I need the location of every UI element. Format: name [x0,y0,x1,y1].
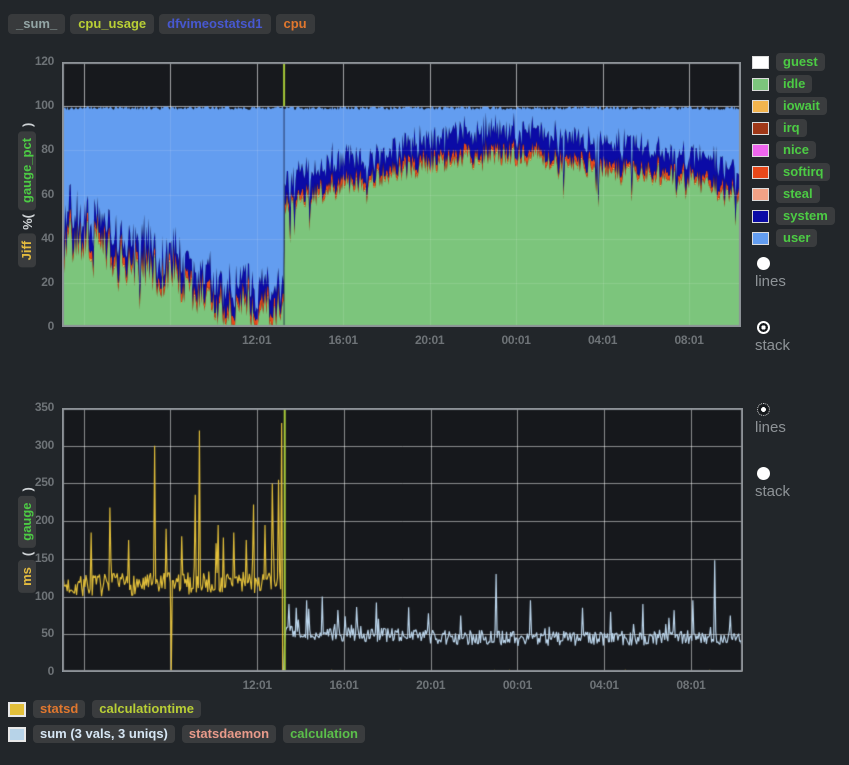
nice-swatch [752,144,769,157]
timing-series-swatch [8,727,26,742]
timing-series-swatch [8,702,26,717]
metric-tag[interactable]: _sum_ [8,14,65,34]
timing-stack-radio[interactable] [757,467,770,480]
legend-label: steal [776,185,820,203]
cpu-lines-label[interactable]: lines [755,273,786,290]
legend-item-user: user [752,227,835,249]
timing-legend-row: statsd calculationtime [8,700,365,718]
y-axis-unit-label: Jiff %( gauge_pct) [18,122,36,267]
x-tick-label: 16:01 [322,333,364,347]
timing-mode-lines: lines [755,403,786,436]
iowait-swatch [752,100,769,113]
x-tick-label: 08:01 [670,678,712,692]
system-swatch [752,210,769,223]
cpu-mode-lines: lines [755,257,786,290]
x-tick-label: 00:01 [495,333,537,347]
timing-legend-row: sum (3 vals, 3 uniqs) statsdaemon calculat… [8,725,365,743]
user-swatch [752,232,769,245]
cpu-stack-radio-selected[interactable] [757,321,770,334]
timing-mode-stack: stack [755,467,790,500]
legend-label: nice [776,141,816,159]
legend-label: system [776,207,835,225]
softirq-swatch [752,166,769,179]
y-axis-unit-part: gauge [18,495,36,547]
timing-legend-label: statsdaemon [182,725,276,743]
legend-item-steal: steal [752,183,835,205]
y-axis-unit-label: ms ( gauge) [18,487,36,593]
legend-label: user [776,229,817,247]
x-tick-label: 00:01 [496,678,538,692]
metric-tags: _sum_cpu_usagedfvimeostatsd1 cpu [8,14,315,34]
steal-swatch [752,188,769,201]
irq-swatch [752,122,769,135]
metric-tag[interactable]: cpu [276,14,315,34]
legend-item-idle: idle [752,73,835,95]
cpu-lines-radio[interactable] [757,257,770,270]
timing-legend-label: statsd [33,700,85,718]
legend-label: iowait [776,97,827,115]
legend-item-nice: nice [752,139,835,161]
cpu-mode-stack: stack [755,321,790,354]
guest-swatch [752,56,769,69]
y-tick-label: 50 [8,626,54,640]
y-axis-unit-part: ) [20,487,35,491]
legend-item-irq: irq [752,117,835,139]
timing-chart-canvas[interactable] [62,408,743,672]
y-tick-label: 120 [8,54,54,68]
y-tick-label: 300 [8,438,54,452]
legend-label: softirq [776,163,830,181]
x-tick-label: 20:01 [409,333,451,347]
timing-legend-label: sum (3 vals, 3 uniqs) [33,725,175,743]
x-tick-label: 04:01 [583,678,625,692]
y-axis-unit-part: gauge_pct [18,130,36,209]
metrics-dashboard: _sum_cpu_usagedfvimeostatsd1 cpu 12:01 16:… [0,0,849,765]
cpu-usage-chart-canvas[interactable] [62,62,741,327]
metric-tag[interactable]: dfvimeostatsd1 [159,14,270,34]
x-tick-label: 20:01 [410,678,452,692]
y-axis-unit-part: ) [20,122,35,126]
legend-item-guest: guest [752,51,835,73]
y-axis-unit-part: Jiff [18,233,36,267]
y-axis-unit-part: %( [20,213,35,229]
legend-item-system: system [752,205,835,227]
metric-tag[interactable]: cpu_usage [70,14,154,34]
y-tick-label: 350 [8,400,54,414]
x-tick-label: 12:01 [236,678,278,692]
timing-legend-label: calculationtime [92,700,201,718]
cpu-stack-label[interactable]: stack [755,337,790,354]
x-tick-label: 08:01 [668,333,710,347]
y-tick-label: 0 [8,664,54,678]
timing-lines-label[interactable]: lines [755,419,786,436]
y-tick-label: 20 [8,275,54,289]
legend-label: irq [776,119,807,137]
timing-legend: statsd calculationtime sum (3 vals, 3 uniq… [8,700,365,750]
x-tick-label: 16:01 [323,678,365,692]
cpu-legend: guest idle iowait irq nice softirq steal system… [752,51,835,249]
idle-swatch [752,78,769,91]
y-tick-label: 100 [8,98,54,112]
y-axis-unit-part: ms [18,560,36,593]
legend-label: idle [776,75,812,93]
timing-legend-label: calculation [283,725,365,743]
timing-stack-label[interactable]: stack [755,483,790,500]
y-tick-label: 0 [8,319,54,333]
legend-item-softirq: softirq [752,161,835,183]
x-tick-label: 04:01 [582,333,624,347]
legend-label: guest [776,53,825,71]
legend-item-iowait: iowait [752,95,835,117]
y-axis-unit-part: ( [20,552,35,556]
x-tick-label: 12:01 [236,333,278,347]
timing-lines-radio-selected[interactable] [757,403,770,416]
